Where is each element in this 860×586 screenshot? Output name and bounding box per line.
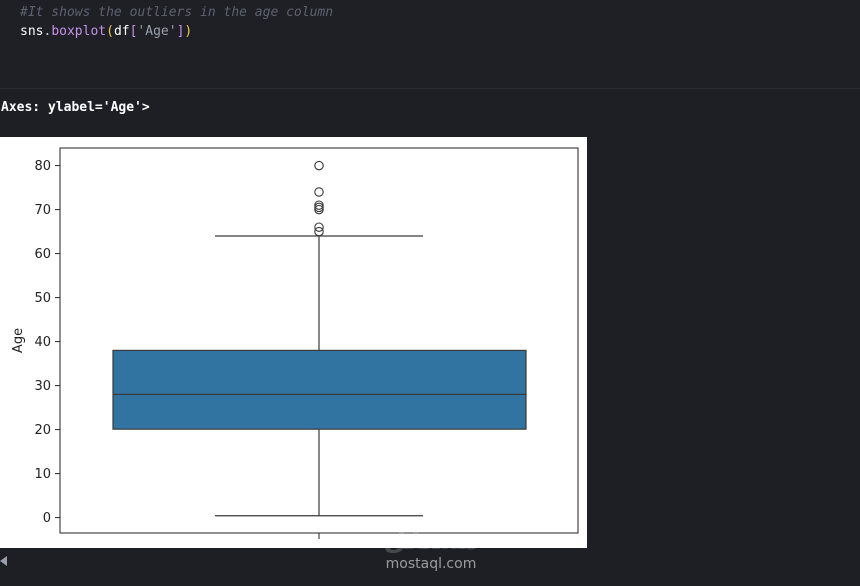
y-tick-label: 50 [34,291,51,306]
y-tick-label: 70 [34,203,51,218]
outlier-point [314,187,324,197]
outlier-point [314,160,324,171]
iqr-box [112,349,527,430]
code-cell[interactable]: #It shows the outliers in the age column… [0,0,860,88]
y-tick-label: 30 [34,379,51,394]
scroll-left-arrow-icon[interactable] [0,556,7,566]
code-token-paren-close: ) [184,24,193,39]
y-tick-label: 40 [34,335,51,350]
y-tick-label: 10 [34,467,51,482]
y-axis: 0 10 20 30 40 50 60 70 80 [34,159,60,526]
code-line-boxplot: sns.boxplot(df['Age']) [20,23,192,41]
watermark-text: mostaql.com [385,556,477,572]
code-token-df: df [113,24,130,39]
box-group [112,235,527,517]
code-token-sns: sns [20,24,44,39]
code-token-paren-open: ( [106,24,114,39]
outlier-group [314,160,324,237]
boxplot-figure: 0 10 20 30 40 50 60 70 80 Age [0,137,587,548]
code-token-string: 'Age' [137,24,177,39]
code-token-func: boxplot [51,24,107,39]
watermark-logo: مستقل [383,526,479,556]
y-axis-label: Age [11,328,26,353]
y-tick-label: 60 [34,247,51,262]
y-tick-label: 20 [34,423,51,438]
y-tick-label: 80 [34,159,51,174]
watermark: مستقل mostaql.com [376,527,486,577]
code-comment: #It shows the outliers in the age column [20,5,334,20]
output-repr: Axes: ylabel='Age'> [1,100,150,115]
boxplot-svg: 0 10 20 30 40 50 60 70 80 Age [11,147,579,539]
y-tick-label: 0 [43,511,51,526]
